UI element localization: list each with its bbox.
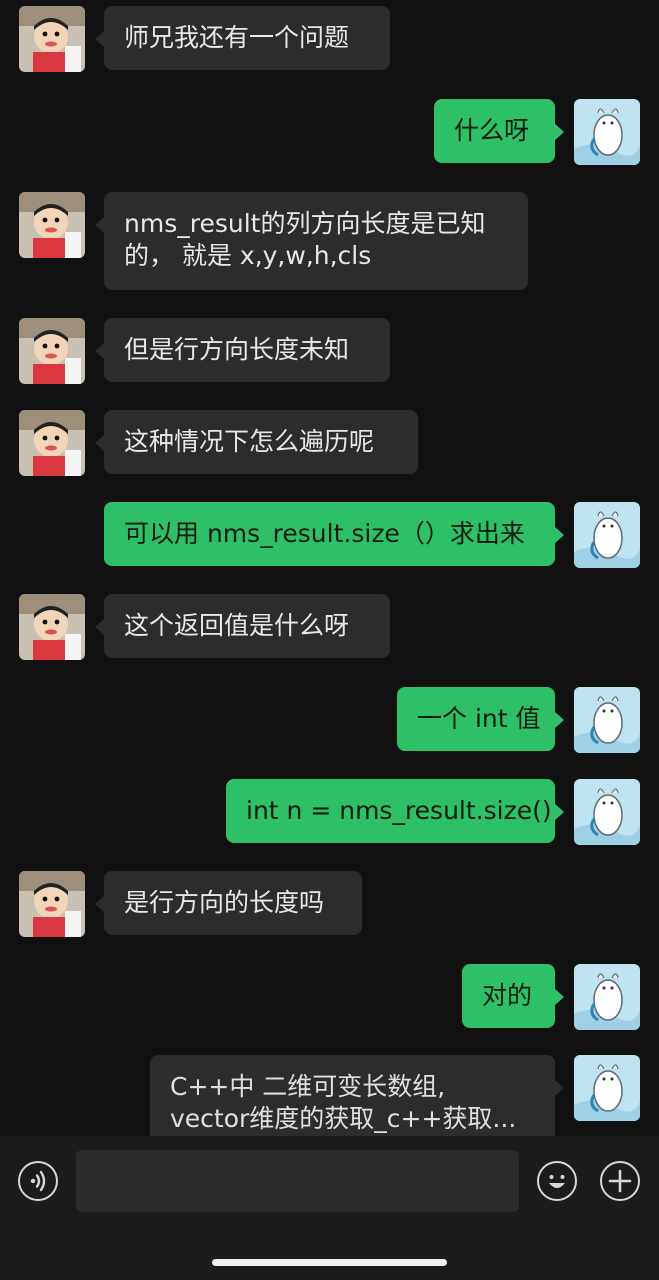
message-text: 可以用 nms_result.size（）求出来 (124, 519, 525, 548)
contact-avatar[interactable] (19, 318, 85, 384)
message-bubble-outgoing[interactable]: 什么呀 (434, 99, 564, 163)
message-text-line: nms_result的列方向长度是已知 (124, 209, 486, 238)
message-text-line: 的， 就是 x,y,w,h,cls (124, 241, 372, 270)
message-text: 对的 (482, 981, 533, 1010)
message-text: 是行方向的长度吗 (124, 888, 325, 917)
contact-avatar[interactable] (19, 192, 85, 258)
chat-area[interactable]: 师兄我还有一个问题 什么呀 nms_result的列方向长度是已知 的， 就是 … (0, 0, 659, 1136)
my-avatar[interactable] (574, 99, 640, 165)
message-text: 这种情况下怎么遍历呢 (124, 427, 375, 456)
contact-avatar[interactable] (19, 871, 85, 937)
message-bubble-outgoing[interactable]: 一个 int 值 (397, 687, 564, 751)
message-bubble-incoming[interactable]: 这种情况下怎么遍历呢 (95, 410, 418, 474)
contact-avatar[interactable] (19, 410, 85, 476)
contact-avatar[interactable] (19, 6, 85, 72)
my-avatar[interactable] (574, 502, 640, 568)
message-bubble-incoming[interactable]: 师兄我还有一个问题 (95, 6, 390, 70)
emoji-icon[interactable] (537, 1161, 577, 1201)
link-card-title-line: C++中 二维可变长数组, (170, 1072, 446, 1101)
my-avatar[interactable] (574, 1055, 640, 1121)
message-bubble-incoming[interactable]: 这个返回值是什么呀 (95, 594, 390, 658)
message-bubble-incoming[interactable]: nms_result的列方向长度是已知 的， 就是 x,y,w,h,cls (95, 192, 528, 290)
home-indicator (212, 1259, 447, 1266)
contact-avatar[interactable] (19, 594, 85, 660)
link-card-bubble[interactable]: C++中 二维可变长数组, vector维度的获取_c++获取... (150, 1055, 564, 1136)
my-avatar[interactable] (574, 687, 640, 753)
message-bubble-outgoing[interactable]: 可以用 nms_result.size（）求出来 (104, 502, 564, 566)
link-card-title-line: vector维度的获取_c++获取... (170, 1104, 517, 1133)
input-bar (0, 1136, 659, 1280)
message-text: 但是行方向长度未知 (124, 335, 350, 364)
my-avatar[interactable] (574, 964, 640, 1030)
message-text: 师兄我还有一个问题 (124, 23, 350, 52)
my-avatar[interactable] (574, 779, 640, 845)
message-bubble-outgoing[interactable]: int n = nms_result.size() (226, 779, 564, 843)
message-bubble-incoming[interactable]: 但是行方向长度未知 (95, 318, 390, 382)
message-text: 这个返回值是什么呀 (124, 611, 350, 640)
message-text: int n = nms_result.size() (246, 796, 552, 825)
message-bubble-incoming[interactable]: 是行方向的长度吗 (95, 871, 362, 935)
plus-icon[interactable] (600, 1161, 640, 1201)
message-text: 一个 int 值 (417, 704, 541, 733)
voice-icon[interactable] (18, 1161, 58, 1201)
message-bubble-outgoing[interactable]: 对的 (462, 964, 564, 1028)
message-input[interactable] (76, 1150, 519, 1212)
message-text: 什么呀 (454, 116, 530, 145)
